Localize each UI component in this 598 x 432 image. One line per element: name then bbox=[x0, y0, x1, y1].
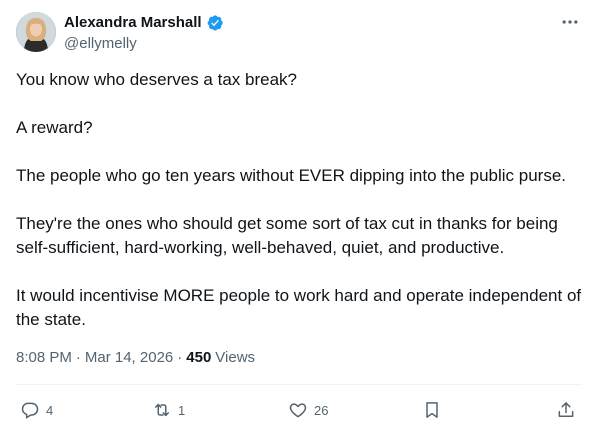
views-count[interactable]: 450 bbox=[186, 348, 211, 368]
tweet-paragraph: It would incentivise MORE people to work… bbox=[16, 286, 586, 329]
reply-icon bbox=[21, 402, 39, 419]
author-name-row: Alexandra Marshall bbox=[64, 13, 224, 33]
views-label: Views bbox=[215, 349, 256, 366]
avatar[interactable] bbox=[16, 12, 56, 52]
tweet-text: You know who deserves a tax break? A rew… bbox=[16, 68, 586, 356]
bookmark-icon bbox=[426, 402, 438, 418]
tweet-paragraph: The people who go ten years without EVER… bbox=[16, 166, 567, 185]
repost-count: 1 bbox=[178, 402, 186, 418]
divider bbox=[16, 384, 582, 385]
more-horizontal-icon bbox=[562, 20, 578, 24]
action-bar: 4 1 26 bbox=[16, 396, 582, 424]
repost-icon bbox=[155, 403, 169, 417]
tweet-paragraph: You know who deserves a tax break? bbox=[16, 70, 297, 89]
share-icon bbox=[558, 402, 574, 417]
tweet-date[interactable]: Mar 14, 2026 bbox=[85, 348, 173, 368]
like-button[interactable]: 26 bbox=[288, 396, 328, 424]
repost-button[interactable]: 1 bbox=[152, 396, 185, 424]
heart-icon bbox=[289, 403, 307, 418]
tweet-paragraph: A reward? bbox=[16, 118, 93, 137]
share-button[interactable] bbox=[556, 396, 576, 424]
author-display-name[interactable]: Alexandra Marshall bbox=[64, 13, 202, 33]
tweet-paragraph: They're the ones who should get some sor… bbox=[16, 214, 563, 257]
avatar-image bbox=[16, 12, 56, 52]
reply-count: 4 bbox=[46, 402, 54, 418]
author-handle[interactable]: @ellymelly bbox=[64, 34, 137, 54]
bookmark-button[interactable] bbox=[422, 396, 442, 424]
verified-badge-icon bbox=[206, 14, 224, 32]
meta-separator: · bbox=[75, 349, 81, 366]
more-options-button[interactable] bbox=[558, 12, 582, 32]
reply-button[interactable]: 4 bbox=[20, 396, 53, 424]
tweet-time[interactable]: 8:08 PM bbox=[16, 348, 72, 368]
like-count: 26 bbox=[314, 402, 329, 418]
meta-separator: · bbox=[177, 349, 183, 366]
tweet-meta: 8:08 PM · Mar 14, 2026 · 450 Views bbox=[16, 348, 255, 368]
